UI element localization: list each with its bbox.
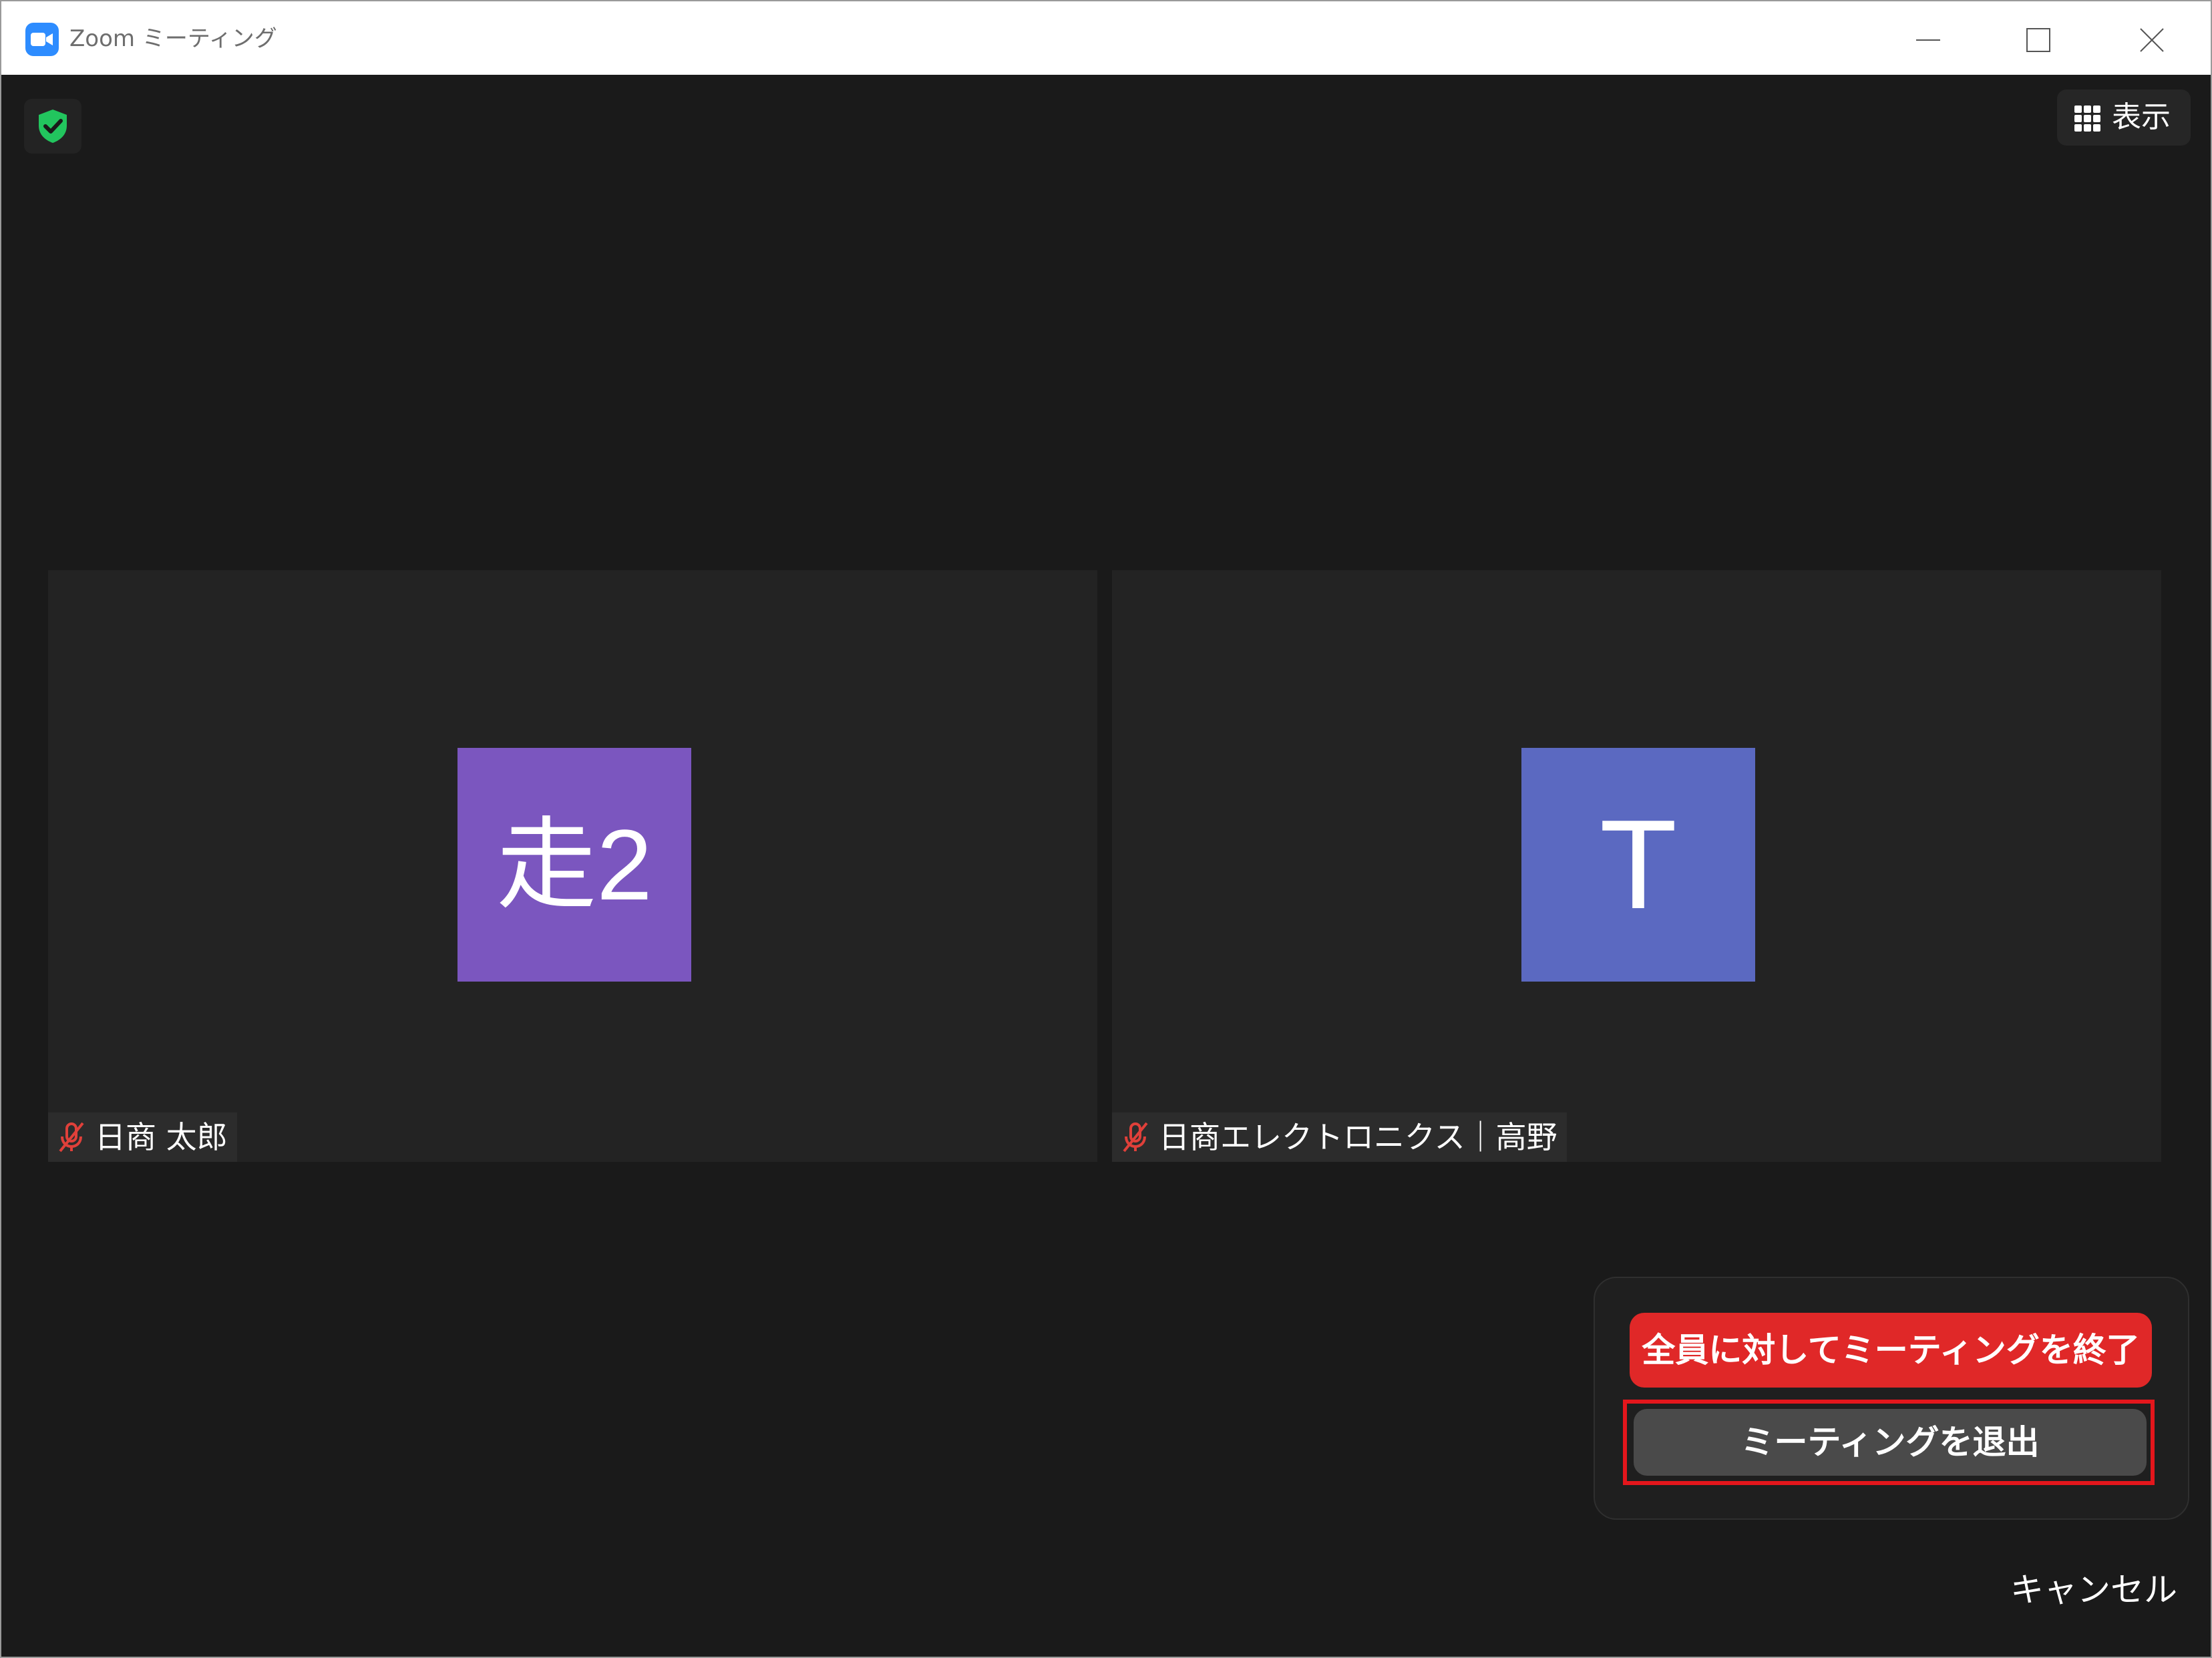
maximize-button[interactable] (2008, 13, 2068, 67)
muted-microphone-icon (59, 1122, 84, 1153)
title-bar: Zoom ミーティング (1, 1, 2211, 75)
muted-microphone-icon (1123, 1122, 1148, 1153)
participant-name: 日商 太郎 (95, 1119, 228, 1155)
minimize-button[interactable] (1898, 13, 1958, 67)
participant-avatar: T (1521, 748, 1755, 982)
view-button[interactable]: 表示 (2057, 89, 2191, 146)
participant-tile[interactable]: T 日商エレクトロニクス｜高野 (1112, 570, 2161, 1162)
zoom-logo-icon (25, 23, 59, 56)
view-button-label: 表示 (2112, 100, 2171, 134)
maximize-icon (2026, 28, 2050, 52)
close-icon (2140, 28, 2164, 52)
zoom-meeting-window: Zoom ミーティング 表示 走2 日商 太郎 T 日商エレクトロニクス｜高野 … (0, 0, 2212, 1658)
end-meeting-popup: 全員に対してミーティングを終了 ミーティングを退出 (1594, 1277, 2189, 1520)
participant-avatar: 走2 (457, 748, 691, 982)
window-title: Zoom ミーティング (69, 25, 277, 52)
leave-meeting-button[interactable]: ミーティングを退出 (1634, 1409, 2147, 1476)
close-button[interactable] (2122, 13, 2182, 67)
minimize-icon (1916, 39, 1940, 41)
cancel-button[interactable]: キャンセル (2010, 1567, 2177, 1613)
participant-name: 日商エレクトロニクス｜高野 (1159, 1119, 1557, 1155)
security-shield-button[interactable] (24, 99, 81, 154)
grid-icon (2074, 106, 2100, 132)
participant-name-tag: 日商 太郎 (48, 1112, 237, 1162)
participant-tile[interactable]: 走2 日商 太郎 (48, 570, 1097, 1162)
shield-check-icon (39, 110, 67, 143)
end-meeting-for-all-button[interactable]: 全員に対してミーティングを終了 (1630, 1313, 2152, 1388)
participant-name-tag: 日商エレクトロニクス｜高野 (1112, 1112, 1567, 1162)
